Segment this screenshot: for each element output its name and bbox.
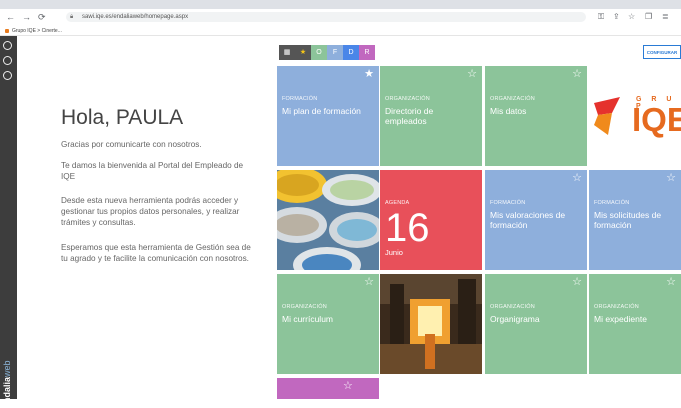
favorite-star-icon[interactable]: ☆	[666, 173, 676, 184]
tile-mi-curriculum[interactable]: ☆ ORGANIZACIÓN Mi currículum	[277, 274, 379, 374]
filter-formacion-button[interactable]: F	[327, 45, 343, 60]
filter-organizacion-button[interactable]: O	[311, 45, 327, 60]
agenda-month: Junio	[385, 248, 403, 257]
bookmarks-bar	[0, 26, 681, 36]
browser-tab-strip	[0, 0, 681, 9]
back-icon[interactable]: ←	[6, 11, 15, 23]
tile-category: ORGANIZACIÓN	[490, 304, 535, 310]
iqe-logo-mark	[594, 97, 620, 135]
tile-category: ORGANIZACIÓN	[385, 96, 430, 102]
share-icon[interactable]: ⇪	[613, 11, 620, 23]
user-icon[interactable]	[3, 71, 12, 80]
furnace-photo	[380, 274, 482, 374]
bookmark-favicon-icon	[5, 29, 9, 33]
forward-icon[interactable]: →	[22, 11, 31, 23]
tile-mis-solicitudes[interactable]: ☆ FORMACIÓN Mis solicitudes de formación	[589, 170, 681, 270]
filter-d-button[interactable]: D	[343, 45, 359, 60]
agenda-day: 16	[385, 206, 430, 250]
configure-button[interactable]: CONFIGURAR	[643, 45, 681, 59]
bookmark-star-icon[interactable]: ☆	[628, 11, 635, 23]
greeting-paragraph: Desde esta nueva herramienta podrás acce…	[61, 196, 240, 228]
tile-organigrama[interactable]: ☆ ORGANIZACIÓN Organigrama	[485, 274, 587, 374]
greeting-paragraph: Te damos la bienvenida al Portal del Emp…	[61, 161, 244, 182]
logo-iqe-text: IQE	[632, 101, 681, 138]
reload-icon[interactable]: ⟳	[38, 11, 46, 23]
favorite-star-icon[interactable]: ☆	[343, 381, 353, 392]
tile-mi-expediente[interactable]: ☆ ORGANIZACIÓN Mi expediente	[589, 274, 681, 374]
tile-category: AGENDA	[385, 200, 410, 206]
tile-mis-datos[interactable]: ☆ ORGANIZACIÓN Mis datos	[485, 66, 587, 166]
tab-icon[interactable]: ❐	[645, 11, 652, 23]
greeting-paragraph: Gracias por comunicarte con nosotros.	[61, 140, 202, 149]
home-icon[interactable]	[3, 41, 12, 50]
menu-icon[interactable]	[3, 56, 12, 65]
tile-title: Organigrama	[490, 314, 540, 324]
tile-purple-partial[interactable]: ☆	[277, 378, 379, 399]
greeting-title: Hola, PAULA	[61, 106, 184, 129]
favorite-star-icon[interactable]: ☆	[666, 277, 676, 288]
tile-title: Mi currículum	[282, 314, 334, 324]
extension-icon[interactable]: ≣	[662, 11, 669, 23]
tile-directorio-empleados[interactable]: ☆ ORGANIZACIÓN Directorio de empleados	[380, 66, 482, 166]
tile-category: FORMACIÓN	[282, 96, 318, 102]
tile-agenda[interactable]: AGENDA 16 Junio	[380, 170, 482, 270]
address-bar[interactable]: sawi.iqe.es/endaliaweb/homepage.aspx	[66, 12, 586, 22]
filter-r-button[interactable]: R	[359, 45, 375, 60]
paint-cans-photo	[277, 170, 379, 270]
tile-category: ORGANIZACIÓN	[490, 96, 535, 102]
lock-icon: 🔒︎	[70, 14, 74, 20]
favorite-star-icon[interactable]: ★	[364, 69, 374, 80]
tile-category: ORGANIZACIÓN	[282, 304, 327, 310]
favorite-star-icon[interactable]: ☆	[572, 277, 582, 288]
tile-title: Mis solicitudes de formación	[594, 210, 662, 230]
endalia-logo: endaliaweb	[2, 360, 12, 408]
tile-category: ORGANIZACIÓN	[594, 304, 639, 310]
key-icon[interactable]: ⚿	[598, 11, 604, 23]
greeting-paragraph: Esperamos que esta herramienta de Gestió…	[61, 243, 251, 264]
bookmark-item[interactable]: Grupo IQE > Cinerte...	[12, 27, 62, 35]
tile-category: FORMACIÓN	[594, 200, 630, 206]
tile-mi-plan-formacion[interactable]: ★ FORMACIÓN Mi plan de formación	[277, 66, 379, 166]
filter-favorites-button[interactable]: ★	[295, 45, 311, 60]
favorite-star-icon[interactable]: ☆	[572, 69, 582, 80]
tile-category: FORMACIÓN	[490, 200, 526, 206]
tile-title: Mis valoraciones de formación	[490, 210, 566, 230]
tile-mis-valoraciones[interactable]: ☆ FORMACIÓN Mis valoraciones de formació…	[485, 170, 587, 270]
tile-title: Mi expediente	[594, 314, 647, 324]
tile-title: Mi plan de formación	[282, 106, 361, 116]
tile-filter-bar: ▦ ★ O F D R	[279, 45, 375, 60]
favorite-star-icon[interactable]: ☆	[572, 173, 582, 184]
favorite-star-icon[interactable]: ☆	[364, 277, 374, 288]
tile-title: Directorio de empleados	[385, 106, 434, 126]
app-sidebar: endaliaweb	[0, 36, 17, 408]
tile-title: Mis datos	[490, 106, 527, 116]
filter-all-button[interactable]: ▦	[279, 45, 295, 60]
favorite-star-icon[interactable]: ☆	[467, 69, 477, 80]
